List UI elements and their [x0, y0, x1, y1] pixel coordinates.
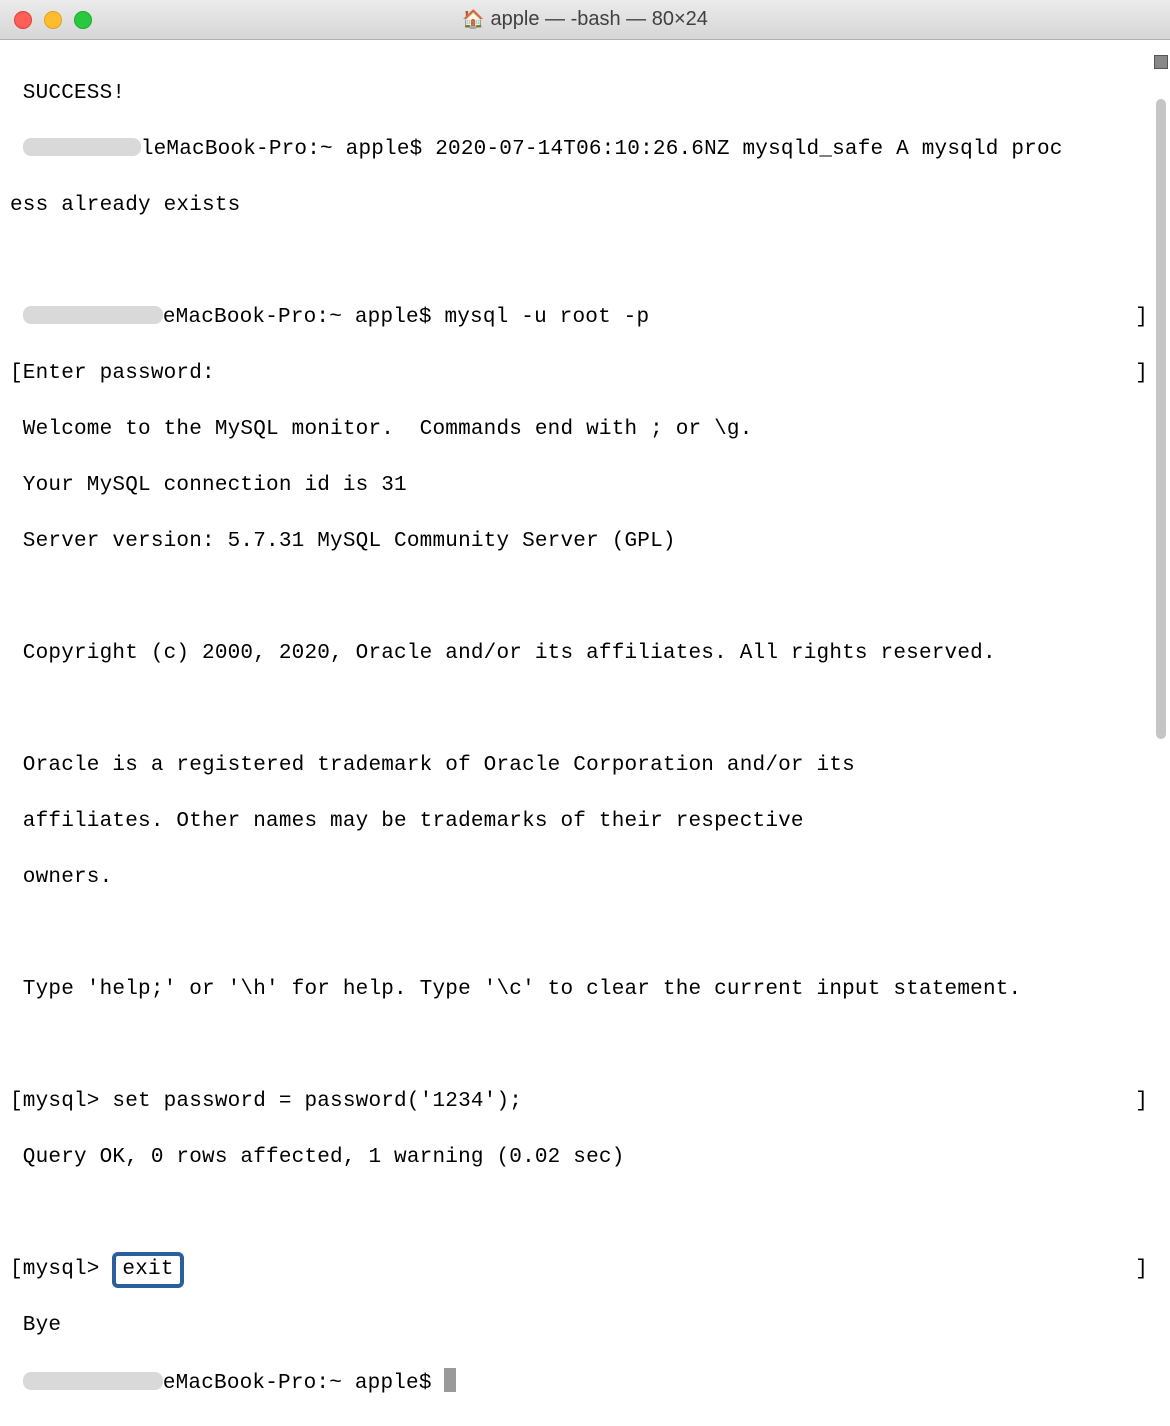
- output-line: Bye: [10, 1312, 1160, 1340]
- output-line: owners.: [10, 864, 1160, 892]
- output-line: Copyright (c) 2000, 2020, Oracle and/or …: [10, 640, 1160, 668]
- scroll-marker-icon: [1154, 55, 1168, 69]
- bracket: ]: [1135, 360, 1148, 388]
- output-line: SUCCESS!: [10, 80, 1160, 108]
- bracket: ]: [1135, 1088, 1148, 1116]
- scroll-thumb[interactable]: [1156, 99, 1166, 739]
- output-line: [mysql> set password = password('1234');…: [10, 1088, 1160, 1116]
- output-line: [10, 1032, 1160, 1060]
- output-line: [10, 1200, 1160, 1228]
- output-line: Server version: 5.7.31 MySQL Community S…: [10, 528, 1160, 556]
- output-line: Oracle is a registered trademark of Orac…: [10, 752, 1160, 780]
- prompt-line[interactable]: eMacBook-Pro:~ apple$: [10, 1368, 1160, 1398]
- output-line: ess already exists: [10, 192, 1160, 220]
- output-line: leMacBook-Pro:~ apple$ 2020-07-14T06:10:…: [10, 136, 1160, 164]
- close-icon[interactable]: [14, 11, 32, 29]
- output-line: [10, 584, 1160, 612]
- redacted-text: [23, 138, 141, 156]
- titlebar[interactable]: 🏠 apple — -bash — 80×24: [0, 0, 1170, 40]
- output-line: Query OK, 0 rows affected, 1 warning (0.…: [10, 1144, 1160, 1172]
- window-title: 🏠 apple — -bash — 80×24: [462, 8, 708, 31]
- scrollbar[interactable]: [1154, 55, 1168, 730]
- maximize-icon[interactable]: [74, 11, 92, 29]
- output-line: [mysql> exit]: [10, 1256, 1160, 1284]
- title-text: apple — -bash — 80×24: [491, 8, 708, 31]
- bracket: ]: [1135, 304, 1148, 332]
- output-line: [10, 696, 1160, 724]
- window-controls: [14, 11, 92, 29]
- highlight-exit: exit: [112, 1252, 183, 1288]
- output-line: [10, 248, 1160, 276]
- output-line: [Enter password: ]: [10, 360, 1160, 388]
- home-icon: 🏠: [462, 9, 484, 30]
- output-line: Your MySQL connection id is 31: [10, 472, 1160, 500]
- minimize-icon[interactable]: [44, 11, 62, 29]
- cursor-icon: [444, 1368, 456, 1392]
- output-line: [10, 920, 1160, 948]
- output-line: Welcome to the MySQL monitor. Commands e…: [10, 416, 1160, 444]
- output-line: eMacBook-Pro:~ apple$ mysql -u root -p]: [10, 304, 1160, 332]
- output-line: affiliates. Other names may be trademark…: [10, 808, 1160, 836]
- redacted-text: [23, 1372, 163, 1390]
- bracket: ]: [1135, 1256, 1148, 1284]
- terminal-output[interactable]: SUCCESS! leMacBook-Pro:~ apple$ 2020-07-…: [0, 40, 1170, 1426]
- output-line: Type 'help;' or '\h' for help. Type '\c'…: [10, 976, 1160, 1004]
- redacted-text: [23, 306, 163, 324]
